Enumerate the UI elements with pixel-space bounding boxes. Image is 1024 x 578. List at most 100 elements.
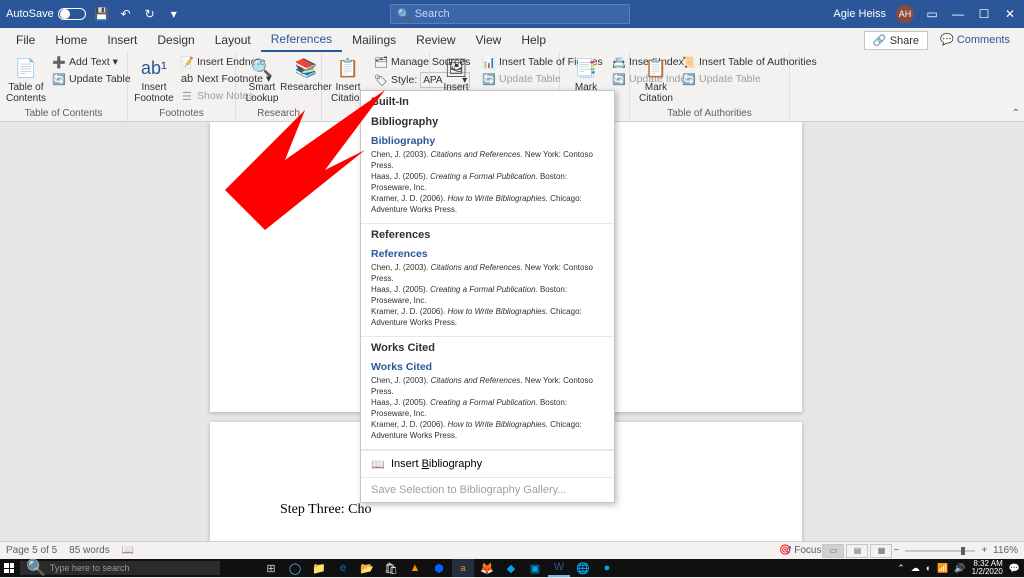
smart-lookup-button[interactable]: 🔍 Smart Lookup <box>242 54 282 106</box>
web-layout-view-button[interactable]: ▦ <box>870 544 892 558</box>
citation-icon: 📋 <box>336 56 360 80</box>
search-input[interactable] <box>415 8 623 20</box>
focus-mode-button[interactable]: 🎯 Focus <box>779 545 821 556</box>
read-mode-view-button[interactable]: ▤ <box>846 544 868 558</box>
status-page[interactable]: Page 5 of 5 <box>6 545 57 556</box>
edge-icon[interactable]: e <box>332 559 354 577</box>
share-button[interactable]: 🔗 Share <box>864 31 928 50</box>
document-text: Step Three: Cho <box>280 502 372 518</box>
save-icon[interactable]: 💾 <box>94 6 110 22</box>
file-explorer-icon[interactable]: 📁 <box>308 559 330 577</box>
taskbar-search[interactable]: 🔍 <box>20 561 220 575</box>
task-view-icon[interactable]: ⊞ <box>260 559 282 577</box>
update-icon: 🔄 <box>482 72 496 86</box>
firefox-icon[interactable]: 🦊 <box>476 559 498 577</box>
mark-entry-icon: 📑 <box>574 56 598 80</box>
insert-bibliography-option[interactable]: 📖 Insert Bibliography <box>361 450 614 477</box>
tab-mailings[interactable]: Mailings <box>342 29 406 51</box>
tray-app-icon[interactable]: ◐ <box>926 563 931 573</box>
save-selection-option: Save Selection to Bibliography Gallery..… <box>361 477 614 502</box>
spell-check-icon[interactable]: 📖 <box>122 545 134 556</box>
comments-button[interactable]: 💬 Comments <box>932 31 1018 50</box>
footnote-icon: ab¹ <box>142 56 166 80</box>
chrome-icon[interactable]: 🌐 <box>572 559 594 577</box>
amazon-icon[interactable]: a <box>452 559 474 577</box>
tab-file[interactable]: File <box>6 29 45 51</box>
group-label-toc: Table of Contents <box>6 108 121 121</box>
tray-clock[interactable]: 8:32 AM 1/2/2020 <box>972 560 1003 576</box>
add-text-button[interactable]: ➕Add Text ▾ <box>50 54 133 70</box>
vlc-icon[interactable]: ▲ <box>404 559 426 577</box>
close-icon[interactable]: ✕ <box>1002 6 1018 22</box>
start-button[interactable] <box>0 559 18 577</box>
notifications-icon[interactable]: 💬 <box>1009 563 1020 574</box>
mark-citation-button[interactable]: 📋 Mark Citation <box>636 54 676 106</box>
search-box[interactable]: 🔍 <box>390 4 630 24</box>
wifi-icon[interactable]: 📶 <box>937 563 948 574</box>
menu-tabs: File Home Insert Design Layout Reference… <box>0 28 1024 52</box>
dropdown-option-works-cited[interactable]: Works Cited Chen, J. (2003). Citations a… <box>361 357 614 450</box>
app-icon-1[interactable]: ◆ <box>500 559 522 577</box>
app-icon-3[interactable]: ● <box>596 559 618 577</box>
ribbon-display-icon[interactable]: ▭ <box>924 6 940 22</box>
zoom-level[interactable]: 116% <box>993 545 1018 556</box>
tab-help[interactable]: Help <box>511 29 556 51</box>
dropdown-option-bibliography[interactable]: Bibliography Chen, J. (2003). Citations … <box>361 131 614 224</box>
dropdown-section-bibliography: Bibliography <box>361 111 614 131</box>
authorities-icon: 📜 <box>682 55 696 69</box>
tab-insert[interactable]: Insert <box>97 29 147 51</box>
insert-footnote-button[interactable]: ab¹ Insert Footnote <box>134 54 174 106</box>
taskbar-search-input[interactable] <box>50 563 214 573</box>
update-icon: 🔄 <box>682 72 696 86</box>
undo-icon[interactable]: ↶ <box>118 6 134 22</box>
qat-dropdown-icon[interactable]: ▾ <box>166 6 182 22</box>
zoom-in-button[interactable]: + <box>981 545 987 556</box>
app-icon-2[interactable]: ▣ <box>524 559 546 577</box>
word-app-icon[interactable]: W <box>548 559 570 577</box>
insert-authorities-button[interactable]: 📜Insert Table of Authorities <box>680 54 819 70</box>
user-name[interactable]: Agie Heiss <box>833 8 886 20</box>
title-bar: AutoSave 💾 ↶ ↻ ▾ Document1 - Word 🔍 Agie… <box>0 0 1024 28</box>
toc-icon: 📄 <box>14 56 38 80</box>
tab-layout[interactable]: Layout <box>205 29 261 51</box>
zoom-out-button[interactable]: − <box>893 545 899 556</box>
manage-icon: 🗂 <box>374 55 388 69</box>
status-words[interactable]: 85 words <box>69 545 110 556</box>
autosave-toggle[interactable]: AutoSave <box>6 8 86 20</box>
caption-icon: 🖼 <box>444 56 468 80</box>
dropdown-option-references[interactable]: References Chen, J. (2003). Citations an… <box>361 244 614 337</box>
user-avatar[interactable]: AH <box>896 5 914 23</box>
next-footnote-icon: ab <box>180 72 194 86</box>
minimize-icon[interactable]: — <box>950 6 966 22</box>
store-icon[interactable]: 🛍 <box>380 559 402 577</box>
tray-up-icon[interactable]: ⌃ <box>897 563 905 574</box>
volume-icon[interactable]: 🔊 <box>954 563 965 574</box>
researcher-icon: 📚 <box>294 56 318 80</box>
autosave-label: AutoSave <box>6 8 54 20</box>
zoom-slider[interactable] <box>905 550 975 552</box>
tab-home[interactable]: Home <box>45 29 97 51</box>
table-of-contents-button[interactable]: 📄 Table of Contents <box>6 54 46 106</box>
status-bar: Page 5 of 5 85 words 📖 🎯 Focus ▭ ▤ ▦ − +… <box>0 541 1024 559</box>
tab-references[interactable]: References <box>261 28 342 52</box>
print-layout-view-button[interactable]: ▭ <box>822 544 844 558</box>
maximize-icon[interactable]: ☐ <box>976 6 992 22</box>
dropbox-icon[interactable]: ⬢ <box>428 559 450 577</box>
researcher-button[interactable]: 📚 Researcher <box>286 54 326 95</box>
tab-design[interactable]: Design <box>147 29 204 51</box>
folder-icon[interactable]: 📂 <box>356 559 378 577</box>
taskbar: 🔍 ⊞ ◯ 📁 e 📂 🛍 ▲ ⬢ a 🦊 ◆ ▣ W 🌐 ● ⌃ ☁ ◐ 📶 … <box>0 559 1024 577</box>
cortana-icon[interactable]: ◯ <box>284 559 306 577</box>
endnote-icon: 📝 <box>180 55 194 69</box>
show-notes-icon: ☰ <box>180 89 194 103</box>
onedrive-icon[interactable]: ☁ <box>911 563 920 574</box>
style-icon: 🏷 <box>374 73 388 87</box>
collapse-ribbon-icon[interactable]: ⌃ <box>1012 108 1020 119</box>
redo-icon[interactable]: ↻ <box>142 6 158 22</box>
update-table-button[interactable]: 🔄Update Table <box>50 71 133 87</box>
tab-review[interactable]: Review <box>406 29 465 51</box>
dropdown-section-references: References <box>361 224 614 244</box>
dropdown-builtin-header: Built-In <box>361 91 614 111</box>
search-icon: 🔍 <box>26 558 46 578</box>
tab-view[interactable]: View <box>466 29 512 51</box>
